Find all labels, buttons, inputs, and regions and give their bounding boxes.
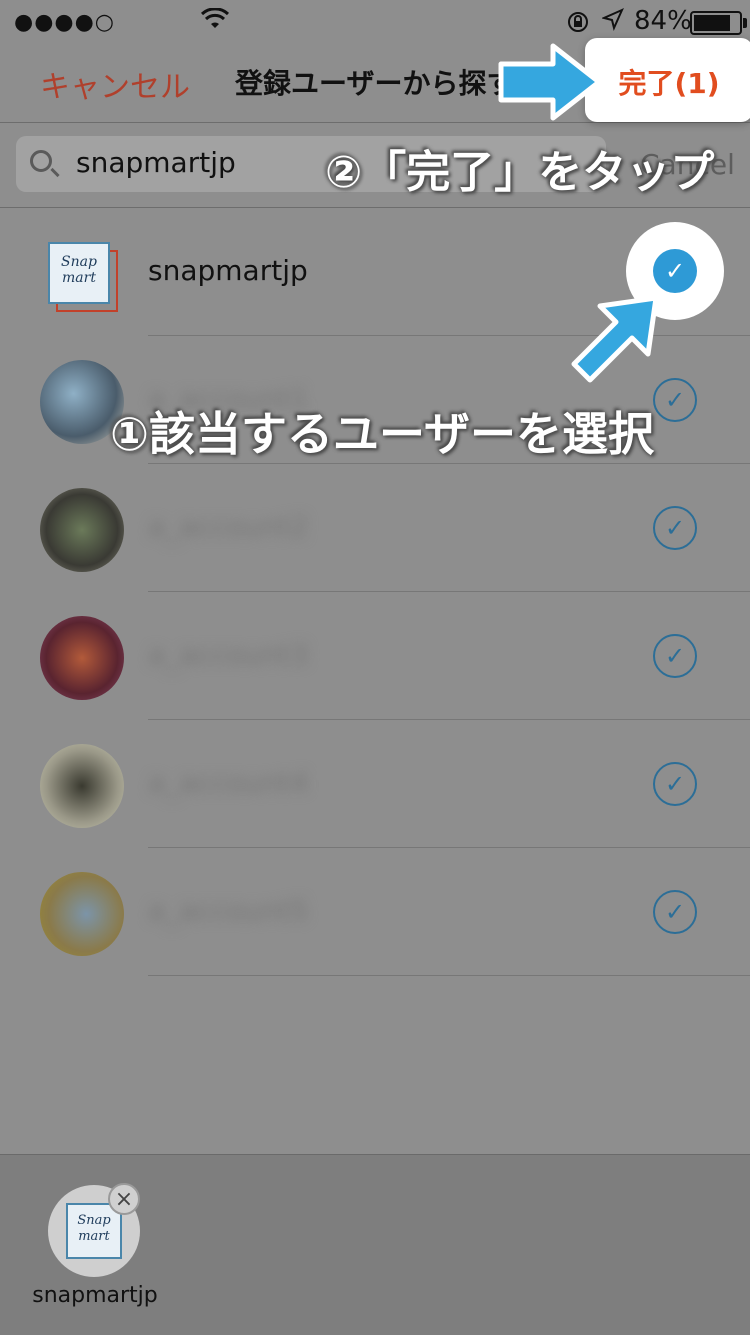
list-item[interactable]: a_account2 ✓ <box>0 464 750 592</box>
close-icon[interactable]: × <box>108 1183 140 1215</box>
search-input[interactable]: snapmartjp <box>76 146 236 179</box>
avatar <box>40 488 124 572</box>
check-icon[interactable]: ✓ <box>653 249 697 293</box>
username: a_account2 <box>148 510 309 543</box>
check-icon[interactable]: ✓ <box>653 634 697 678</box>
avatar <box>40 872 124 956</box>
status-bar: ●●●●○ 84% <box>0 0 750 40</box>
list-item[interactable]: a_account5 ✓ <box>0 848 750 976</box>
username: a_account3 <box>148 638 309 671</box>
page-title: 登録ユーザーから探す <box>235 67 505 100</box>
logo-text-line2: mart <box>62 270 96 286</box>
selected-users-bar: Snap mart × snapmartjp <box>0 1154 750 1335</box>
arrow-to-check-icon <box>571 295 659 383</box>
done-button-label: 完了(1) <box>618 67 720 100</box>
battery-percentage: 84% <box>634 6 692 36</box>
signal-indicator: ●●●●○ <box>14 10 115 35</box>
avatar <box>40 616 124 700</box>
list-item[interactable]: a_account3 ✓ <box>0 592 750 720</box>
check-icon[interactable]: ✓ <box>653 890 697 934</box>
arrow-to-done-icon <box>498 43 602 121</box>
cancel-button[interactable]: キャンセル <box>40 62 190 106</box>
done-button[interactable]: 完了(1) <box>585 38 750 122</box>
annotation-step-2: ②「完了」をタップ <box>325 147 715 198</box>
avatar <box>40 744 124 828</box>
check-icon[interactable]: ✓ <box>653 506 697 550</box>
avatar: Snap mart <box>48 242 118 312</box>
check-icon[interactable]: ✓ <box>653 762 697 806</box>
logo-text-line1: Snap <box>61 254 97 270</box>
location-icon <box>600 6 624 39</box>
logo-text-line2: mart <box>78 1229 110 1244</box>
username: snapmartjp <box>148 254 308 287</box>
list-item[interactable]: a_account4 ✓ <box>0 720 750 848</box>
username: a_account4 <box>148 766 309 799</box>
wifi-icon <box>200 6 230 39</box>
selected-user-label: snapmartjp <box>32 1283 158 1308</box>
lock-rotation-icon <box>566 8 590 41</box>
logo-text-line1: Snap <box>77 1213 111 1228</box>
annotation-step-1: ①該当するユーザーを選択 <box>110 407 655 461</box>
battery-icon <box>690 11 747 35</box>
search-icon <box>30 150 52 172</box>
username: a_account5 <box>148 894 309 927</box>
